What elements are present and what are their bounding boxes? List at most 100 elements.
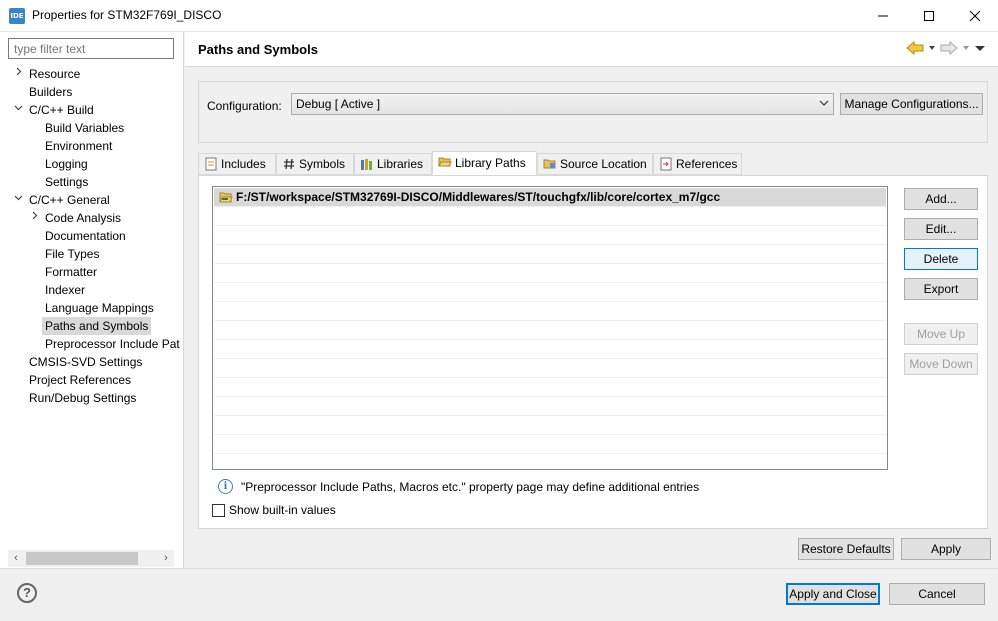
sidebar-item-label: Code Analysis bbox=[45, 211, 122, 225]
chevron-down-icon[interactable] bbox=[13, 101, 23, 119]
hash-icon bbox=[284, 158, 294, 170]
configuration-group: Configuration: Debug [ Active ] Manage C… bbox=[198, 81, 988, 143]
info-icon: i bbox=[218, 479, 233, 494]
sidebar-item-label: C/C++ Build bbox=[29, 103, 94, 117]
empty-list-row[interactable] bbox=[214, 435, 886, 454]
sidebar-item[interactable]: Logging bbox=[45, 155, 88, 173]
manage-configurations-button[interactable]: Manage Configurations... bbox=[840, 93, 983, 115]
empty-list-row[interactable] bbox=[214, 321, 886, 340]
sidebar-item-label: Documentation bbox=[45, 229, 126, 243]
move-down-button[interactable]: Move Down bbox=[904, 353, 978, 375]
edit-button[interactable]: Edit... bbox=[904, 218, 978, 240]
export-button[interactable]: Export bbox=[904, 278, 978, 300]
forward-arrow-icon[interactable] bbox=[940, 41, 958, 55]
empty-list-row[interactable] bbox=[214, 340, 886, 359]
show-builtin-option[interactable]: Show built-in values bbox=[212, 503, 336, 517]
sidebar-item[interactable]: Paths and Symbols bbox=[42, 317, 152, 335]
scroll-thumb[interactable] bbox=[26, 552, 138, 565]
empty-list-row[interactable] bbox=[214, 283, 886, 302]
info-message: i "Preprocessor Include Paths, Macros et… bbox=[218, 479, 699, 494]
sidebar-item-label: Language Mappings bbox=[45, 301, 154, 315]
sidebar-item-label: Settings bbox=[45, 175, 89, 189]
library-path-text: F:/ST/workspace/STM32769I-DISCO/Middlewa… bbox=[236, 190, 721, 204]
sidebar-item-label: Indexer bbox=[45, 283, 86, 297]
tab-source-location[interactable]: Source Location bbox=[537, 153, 653, 175]
filter-input[interactable]: type filter text bbox=[8, 38, 174, 59]
help-icon[interactable]: ? bbox=[17, 583, 37, 603]
sidebar-item[interactable]: Settings bbox=[45, 173, 88, 191]
source-folder-icon bbox=[543, 159, 556, 169]
configuration-value: Debug [ Active ] bbox=[296, 97, 381, 111]
chevron-down-icon bbox=[819, 97, 829, 112]
close-button[interactable] bbox=[952, 0, 998, 32]
references-icon bbox=[660, 157, 672, 171]
tab-bar: Includes Symbols Libraries Library Paths… bbox=[198, 151, 988, 175]
move-up-button[interactable]: Move Up bbox=[904, 323, 978, 345]
empty-list-row[interactable] bbox=[214, 397, 886, 416]
sidebar-item[interactable]: CMSIS-SVD Settings bbox=[29, 353, 142, 371]
back-arrow-icon[interactable] bbox=[906, 41, 924, 55]
scroll-left-icon[interactable]: ‹ bbox=[8, 550, 24, 567]
library-path-row[interactable]: F:/ST/workspace/STM32769I-DISCO/Middlewa… bbox=[214, 188, 886, 207]
empty-list-row[interactable] bbox=[214, 416, 886, 435]
close-icon bbox=[969, 10, 981, 22]
tab-libraries[interactable]: Libraries bbox=[354, 153, 432, 175]
sidebar-item[interactable]: Run/Debug Settings bbox=[29, 389, 136, 407]
sidebar-item[interactable]: Indexer bbox=[45, 281, 85, 299]
empty-list-row[interactable] bbox=[214, 378, 886, 397]
minimize-icon bbox=[878, 15, 888, 17]
apply-button[interactable]: Apply bbox=[901, 538, 991, 560]
empty-list-row[interactable] bbox=[214, 226, 886, 245]
sidebar-item-label: Resource bbox=[29, 67, 81, 81]
empty-list-row[interactable] bbox=[214, 264, 886, 283]
chevron-right-icon[interactable] bbox=[29, 209, 39, 227]
horizontal-scrollbar[interactable]: ‹ › bbox=[8, 550, 174, 567]
back-dropdown-icon[interactable] bbox=[928, 41, 936, 55]
tab-includes[interactable]: Includes bbox=[198, 153, 276, 175]
sidebar-item[interactable]: Formatter bbox=[45, 263, 97, 281]
delete-button[interactable]: Delete bbox=[904, 248, 978, 270]
tab-symbols[interactable]: Symbols bbox=[276, 153, 354, 175]
sidebar-item-label: Paths and Symbols bbox=[45, 319, 149, 333]
tab-references[interactable]: References bbox=[653, 153, 742, 175]
tab-library-paths[interactable]: Library Paths bbox=[432, 151, 537, 175]
window-title: Properties for STM32F769I_DISCO bbox=[32, 8, 222, 22]
title-bar: IDE Properties for STM32F769I_DISCO bbox=[0, 0, 998, 32]
sidebar-item[interactable]: Language Mappings bbox=[45, 299, 154, 317]
tab-label: Library Paths bbox=[455, 156, 526, 170]
sidebar-item-label: File Types bbox=[45, 247, 100, 261]
sidebar-item[interactable]: File Types bbox=[45, 245, 99, 263]
sidebar-item[interactable]: C/C++ General bbox=[14, 191, 110, 209]
cancel-button[interactable]: Cancel bbox=[889, 583, 985, 605]
minimize-button[interactable] bbox=[860, 0, 906, 32]
sidebar-item-label: Run/Debug Settings bbox=[29, 391, 137, 405]
scroll-right-icon[interactable]: › bbox=[158, 550, 174, 567]
sidebar-item[interactable]: Environment bbox=[45, 137, 112, 155]
sidebar-item[interactable]: Build Variables bbox=[45, 119, 124, 137]
sidebar-item[interactable]: Project References bbox=[29, 371, 131, 389]
empty-list-row[interactable] bbox=[214, 207, 886, 226]
empty-list-row[interactable] bbox=[214, 454, 886, 469]
chevron-down-icon[interactable] bbox=[13, 191, 23, 209]
sidebar-item[interactable]: Documentation bbox=[45, 227, 126, 245]
sidebar-item[interactable]: Builders bbox=[29, 83, 72, 101]
navigation-controls bbox=[906, 41, 986, 55]
sidebar-item[interactable]: Code Analysis bbox=[32, 209, 122, 227]
sidebar-item[interactable]: C/C++ Build bbox=[14, 101, 94, 119]
chevron-right-icon[interactable] bbox=[13, 65, 23, 83]
ide-app-icon: IDE bbox=[9, 8, 25, 24]
maximize-button[interactable] bbox=[906, 0, 952, 32]
view-menu-icon[interactable] bbox=[974, 41, 986, 55]
apply-and-close-button[interactable]: Apply and Close bbox=[786, 583, 880, 605]
configuration-select[interactable]: Debug [ Active ] bbox=[291, 93, 834, 115]
show-builtin-checkbox[interactable] bbox=[212, 503, 225, 517]
forward-dropdown-icon[interactable] bbox=[962, 41, 970, 55]
library-paths-list[interactable]: F:/ST/workspace/STM32769I-DISCO/Middlewa… bbox=[212, 186, 888, 470]
empty-list-row[interactable] bbox=[214, 359, 886, 378]
empty-list-row[interactable] bbox=[214, 245, 886, 264]
add-button[interactable]: Add... bbox=[904, 188, 978, 210]
restore-defaults-button[interactable]: Restore Defaults bbox=[798, 538, 894, 560]
empty-list-row[interactable] bbox=[214, 302, 886, 321]
sidebar-item[interactable]: Preprocessor Include Pat bbox=[45, 335, 180, 353]
sidebar-item[interactable]: Resource bbox=[16, 65, 81, 83]
